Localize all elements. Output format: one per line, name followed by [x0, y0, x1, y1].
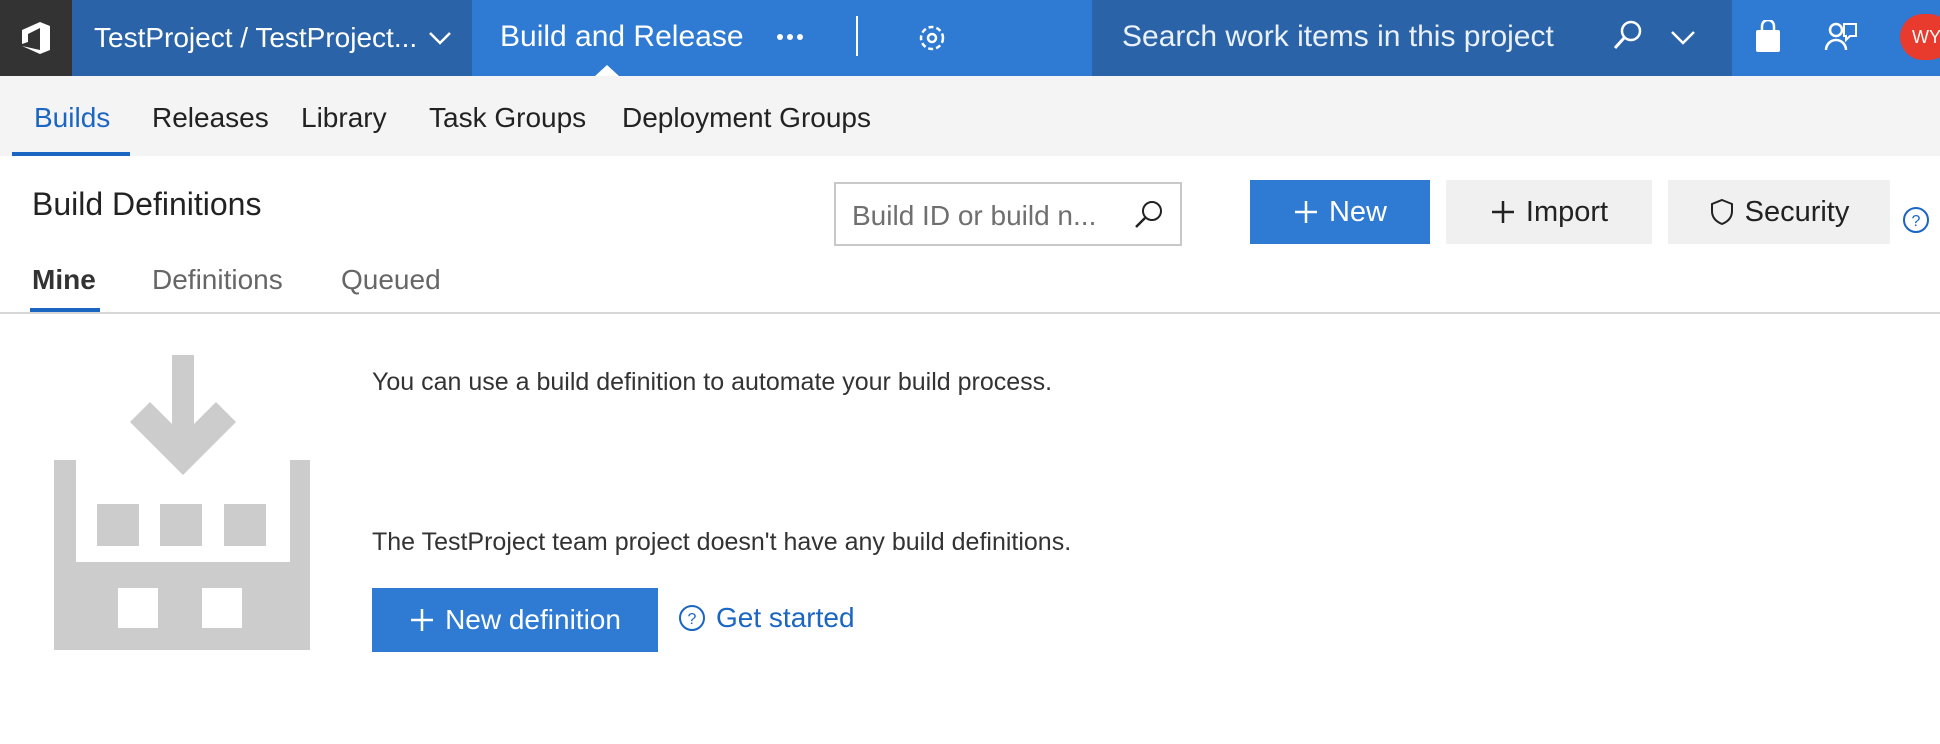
hub-area: Build and Release: [472, 0, 1092, 76]
import-button-label: Import: [1525, 195, 1609, 228]
search-input[interactable]: Search work items in this project: [1122, 20, 1554, 54]
shield-icon: [1710, 198, 1733, 226]
empty-state-description: You can use a build definition to automa…: [372, 368, 1053, 396]
chevron-down-icon: [426, 24, 454, 59]
filter-placeholder: Build ID or build n...: [852, 200, 1097, 231]
security-button[interactable]: Security: [1668, 180, 1890, 244]
import-button[interactable]: Import: [1446, 180, 1652, 244]
get-started-label: Get started: [716, 602, 855, 633]
tab-mine[interactable]: Mine: [32, 264, 96, 296]
plus-icon: [411, 609, 434, 631]
plus-icon: [1294, 201, 1317, 223]
tab-queued[interactable]: Queued: [341, 264, 441, 296]
tab-divider: [0, 312, 1940, 314]
top-right-actions: WY: [1732, 0, 1940, 76]
search-icon[interactable]: [1132, 198, 1166, 237]
avatar[interactable]: WY: [1900, 14, 1940, 60]
new-definition-label: New definition: [445, 604, 621, 635]
active-tab-indicator: [12, 152, 130, 156]
new-definition-button[interactable]: New definition: [372, 588, 658, 652]
subnav-releases[interactable]: Releases: [152, 102, 269, 134]
chevron-down-icon[interactable]: [1668, 22, 1698, 57]
svg-text:?: ?: [688, 611, 697, 628]
build-release-subnav: Builds Releases Library Task Groups Depl…: [0, 76, 1940, 156]
top-bar: TestProject / TestProject... Build and R…: [0, 0, 1940, 76]
new-build-button[interactable]: New: [1250, 180, 1430, 244]
tab-definitions[interactable]: Definitions: [152, 264, 283, 296]
subnav-builds[interactable]: Builds: [34, 102, 110, 134]
work-item-search[interactable]: Search work items in this project: [1092, 0, 1732, 76]
hub-build-and-release[interactable]: Build and Release: [500, 20, 744, 54]
search-icon[interactable]: [1610, 18, 1646, 54]
empty-state-message: The TestProject team project doesn't hav…: [372, 528, 1072, 556]
build-illustration-icon: [50, 350, 320, 656]
security-button-label: Security: [1744, 195, 1850, 228]
vsts-logo-icon[interactable]: [0, 0, 72, 76]
page-title: Build Definitions: [32, 186, 262, 222]
feedback-icon[interactable]: [1824, 20, 1858, 59]
plus-icon: [1491, 201, 1514, 223]
help-icon: ?: [679, 605, 705, 631]
subnav-library[interactable]: Library: [301, 102, 387, 134]
help-icon[interactable]: ?: [1902, 206, 1930, 239]
hub-pointer: [595, 65, 619, 76]
gear-icon[interactable]: [912, 18, 952, 58]
more-icon[interactable]: [772, 22, 808, 52]
project-name: TestProject / TestProject...: [94, 22, 418, 53]
get-started-link[interactable]: ? Get started: [678, 602, 855, 634]
divider: [856, 16, 858, 56]
project-selector[interactable]: TestProject / TestProject...: [72, 0, 472, 76]
marketplace-bag-icon[interactable]: [1752, 18, 1784, 59]
subnav-deployment-groups[interactable]: Deployment Groups: [622, 102, 871, 134]
build-filter-input[interactable]: Build ID or build n...: [834, 182, 1182, 246]
subnav-task-groups[interactable]: Task Groups: [429, 102, 586, 134]
new-button-label: New: [1328, 195, 1387, 228]
svg-text:?: ?: [1912, 213, 1921, 230]
